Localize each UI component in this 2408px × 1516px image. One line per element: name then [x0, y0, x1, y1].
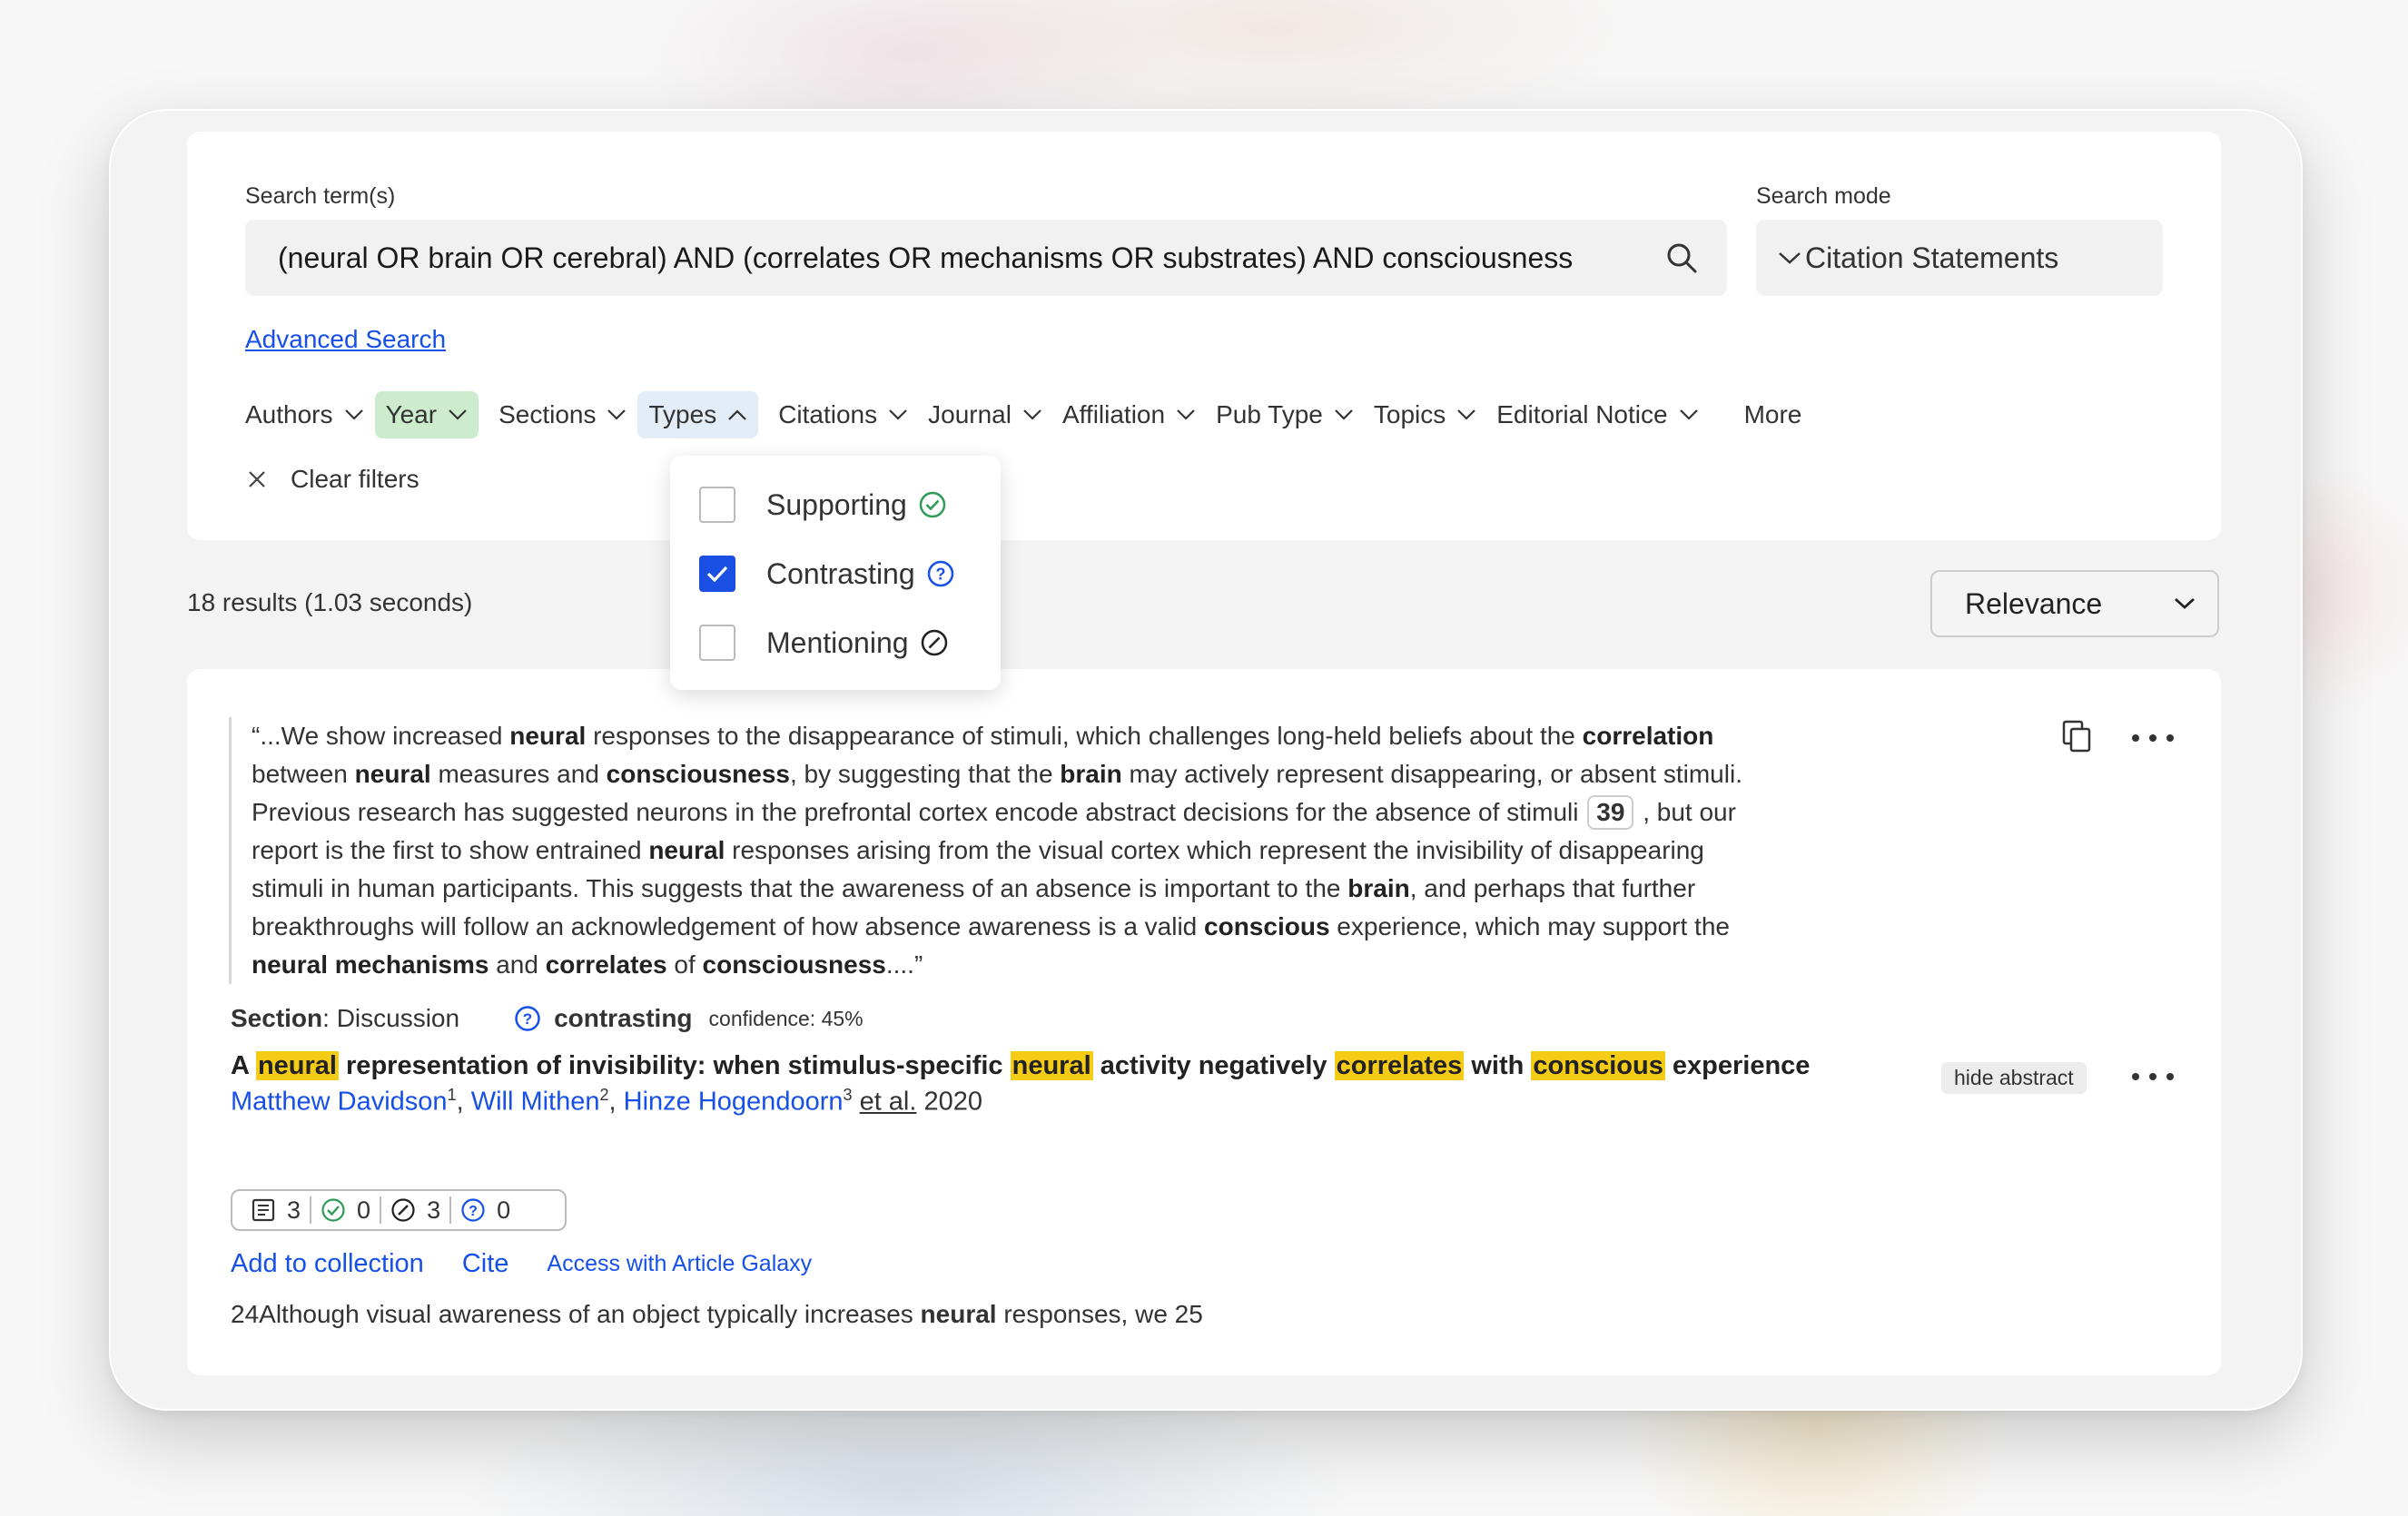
chevron-up-icon: [728, 409, 746, 420]
chevron-down-icon: [1177, 409, 1195, 420]
supporting-count: 0: [321, 1196, 370, 1225]
slash-circle-icon: [391, 1198, 415, 1222]
result-actions: Add to collection Cite Access with Artic…: [231, 1249, 812, 1279]
supporting-checkbox[interactable]: [699, 487, 735, 523]
chevron-down-icon: [1457, 409, 1476, 420]
citation-statement: “...We show increased neural responses t…: [229, 717, 1777, 984]
type-option-mentioning[interactable]: Mentioning: [699, 625, 949, 661]
author-link[interactable]: Will Mithen: [471, 1088, 600, 1117]
mentioning-count: 3: [390, 1196, 440, 1225]
filter-year[interactable]: Year: [374, 391, 479, 438]
more-options-icon[interactable]: [2130, 732, 2176, 744]
chevron-down-icon: [449, 409, 467, 420]
hide-abstract-button[interactable]: hide abstract: [1941, 1062, 2087, 1094]
paper-title[interactable]: A neural representation of invisibility:…: [231, 1051, 1810, 1081]
slash-circle-icon: [921, 629, 947, 656]
publications-count: 3: [251, 1196, 301, 1225]
filter-authors[interactable]: Authors: [245, 391, 364, 438]
chevron-down-icon: [1779, 252, 1801, 264]
author-list: Matthew Davidson1, Will Mithen2, Hinze H…: [231, 1086, 983, 1117]
sort-select[interactable]: Relevance: [1930, 570, 2219, 637]
chevron-down-icon: [1679, 409, 1698, 420]
question-circle-icon: ?: [515, 1006, 540, 1031]
filter-journal[interactable]: Journal: [928, 391, 1042, 438]
author-link[interactable]: Matthew Davidson: [231, 1088, 448, 1117]
chevron-down-icon: [1335, 409, 1353, 420]
filter-topics[interactable]: Topics: [1374, 391, 1476, 438]
checkmark-icon: [706, 566, 728, 583]
contrasting-count: ? 0: [460, 1196, 510, 1225]
search-panel: [187, 132, 2221, 540]
add-to-collection-link[interactable]: Add to collection: [231, 1249, 424, 1279]
filter-types[interactable]: Types: [637, 391, 759, 438]
close-icon: [249, 471, 265, 487]
type-option-supporting[interactable]: Supporting: [699, 487, 947, 523]
et-al-link[interactable]: et al.: [860, 1088, 917, 1117]
type-option-contrasting[interactable]: Contrasting ?: [699, 556, 955, 592]
filter-pub-type[interactable]: Pub Type: [1216, 391, 1354, 438]
search-terms-label: Search term(s): [245, 183, 396, 209]
section-label: Section: [231, 1004, 323, 1032]
check-circle-icon: [919, 491, 946, 518]
filter-citations[interactable]: Citations: [778, 391, 908, 438]
reference-badge[interactable]: 39: [1587, 795, 1634, 830]
chevron-down-icon: [344, 409, 363, 420]
author-link[interactable]: Hinze Hogendoorn: [624, 1088, 844, 1117]
clear-filters-button[interactable]: Clear filters: [247, 465, 419, 494]
mentioning-checkbox[interactable]: [699, 625, 735, 661]
chevron-down-icon: [1023, 409, 1041, 420]
results-count: 18 results (1.03 seconds): [187, 588, 473, 616]
search-icon[interactable]: [1665, 241, 1698, 274]
abstract-snippet: 24Although visual awareness of an object…: [231, 1300, 1203, 1328]
check-circle-icon: [321, 1198, 345, 1222]
contrasting-checkbox[interactable]: [699, 556, 735, 592]
more-options-icon[interactable]: [2130, 1070, 2176, 1083]
search-mode-label: Search mode: [1756, 183, 1891, 209]
publication-year: 2020: [923, 1087, 983, 1117]
search-mode-value: Citation Statements: [1805, 241, 2059, 274]
filter-more[interactable]: More: [1744, 391, 1802, 438]
filter-editorial-notice[interactable]: Editorial Notice: [1496, 391, 1698, 438]
classification-label: contrasting: [554, 1004, 693, 1032]
copy-icon[interactable]: [2061, 719, 2094, 753]
search-mode-select[interactable]: Citation Statements: [1756, 220, 2163, 296]
svg-text:?: ?: [523, 1010, 532, 1028]
confidence-label: confidence: 45%: [708, 1006, 864, 1030]
svg-text:?: ?: [935, 566, 945, 584]
svg-text:?: ?: [469, 1204, 478, 1219]
filter-bar: Authors Year Sections Types Citations Jo…: [245, 390, 1821, 439]
chevron-down-icon: [2175, 597, 2195, 609]
section-value: : Discussion: [322, 1004, 460, 1032]
types-dropdown: Supporting Contrasting ? Mentioning: [670, 456, 1001, 690]
cite-link[interactable]: Cite: [462, 1249, 509, 1279]
citation-tally[interactable]: 3 0 3 ? 0: [231, 1189, 567, 1231]
search-input[interactable]: (neural OR brain OR cerebral) AND (corre…: [245, 220, 1727, 296]
filter-affiliation[interactable]: Affiliation: [1062, 391, 1196, 438]
search-query-text: (neural OR brain OR cerebral) AND (corre…: [278, 241, 1574, 274]
article-galaxy-link[interactable]: Access with Article Galaxy: [547, 1251, 812, 1277]
question-circle-icon: ?: [927, 560, 953, 587]
document-icon: [252, 1198, 275, 1222]
chevron-down-icon: [889, 409, 907, 420]
chevron-down-icon: [607, 409, 627, 420]
statement-meta: Section: Discussion ? contrasting confid…: [231, 1004, 864, 1033]
filter-sections[interactable]: Sections: [498, 391, 627, 438]
question-circle-icon: ?: [461, 1198, 485, 1222]
advanced-search-link[interactable]: Advanced Search: [245, 325, 446, 354]
